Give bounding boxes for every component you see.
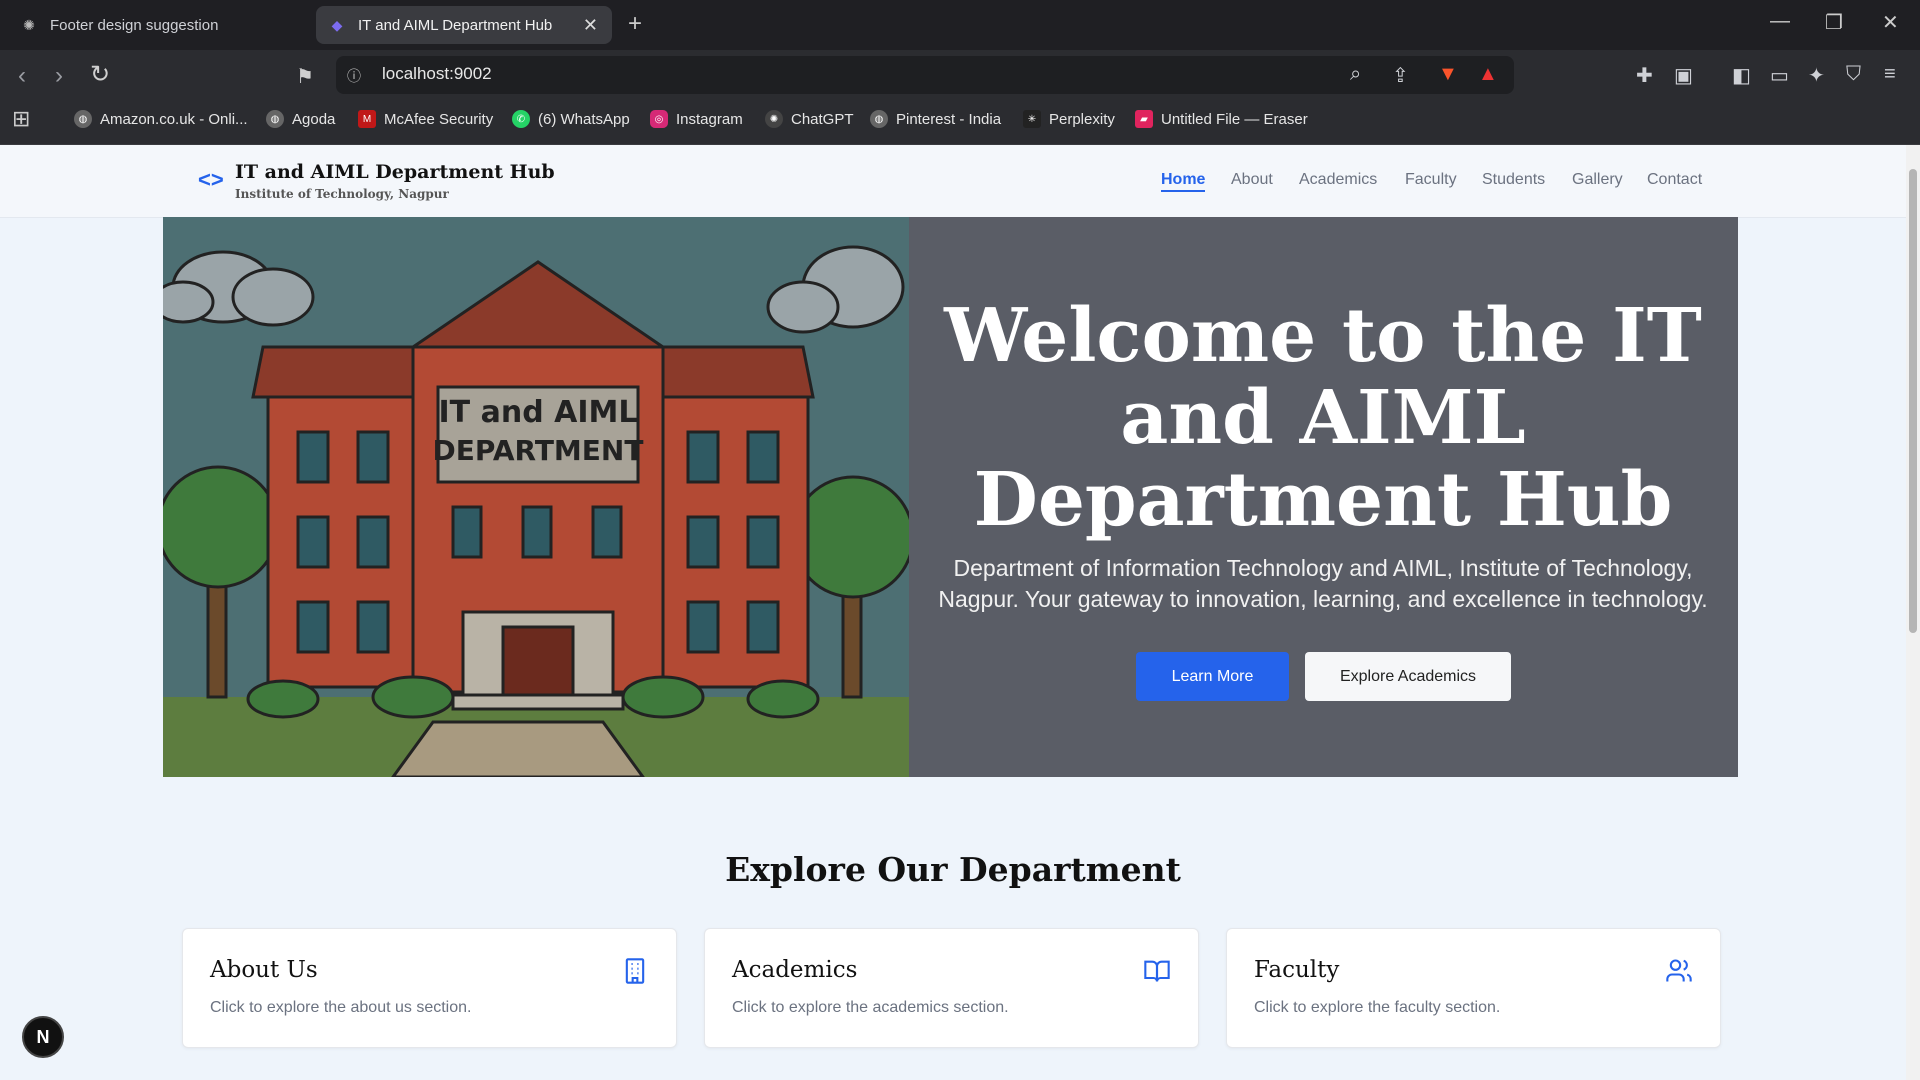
bookmark-chatgpt[interactable]: ✺ ChatGPT <box>765 110 854 128</box>
building-icon <box>625 958 645 984</box>
svg-text:DEPARTMENT: DEPARTMENT <box>433 434 644 467</box>
code-icon[interactable]: <> <box>198 167 224 193</box>
globe-icon: ◍ <box>870 110 888 128</box>
tab-footer-design[interactable]: ✺ Footer design suggestion <box>12 6 308 44</box>
nav-about[interactable]: About <box>1231 171 1273 189</box>
minimize-icon[interactable]: — <box>1770 10 1790 33</box>
card-description: Click to explore the faculty section. <box>1254 999 1501 1016</box>
leo-ai-icon[interactable]: ✦ <box>1808 63 1825 88</box>
reader-icon[interactable]: ▣ <box>1674 63 1693 88</box>
new-tab-button[interactable]: + <box>628 10 642 38</box>
hero-section: IT and AIML DEPARTMENT Welcome to the IT… <box>163 217 1738 777</box>
eraser-icon: ▰ <box>1135 110 1153 128</box>
page-scrollbar[interactable] <box>1906 145 1920 1080</box>
back-icon[interactable]: ‹ <box>18 62 26 90</box>
extensions-icon[interactable]: ✚ <box>1636 63 1653 88</box>
whatsapp-icon: ✆ <box>512 110 530 128</box>
card-description: Click to explore the about us section. <box>210 999 472 1016</box>
hero-title: Welcome to the IT and AIML Department Hu… <box>944 293 1702 543</box>
sidebar-icon[interactable]: ◧ <box>1732 63 1751 88</box>
scrollbar-thumb[interactable] <box>1909 169 1917 633</box>
menu-icon[interactable]: ≡ <box>1884 63 1896 86</box>
close-window-icon[interactable]: ✕ <box>1882 10 1899 35</box>
card-description: Click to explore the academics section. <box>732 999 1009 1016</box>
site-title[interactable]: IT and AIML Department Hub <box>235 161 555 183</box>
svg-text:IT and AIML: IT and AIML <box>439 395 638 430</box>
reload-icon[interactable]: ↻ <box>90 60 110 89</box>
nav-contact[interactable]: Contact <box>1647 171 1702 189</box>
mcafee-icon: M <box>358 110 376 128</box>
bookmark-mcafee[interactable]: M McAfee Security <box>358 110 493 128</box>
bookmark-icon[interactable]: ⚑ <box>296 64 314 89</box>
apps-grid-icon[interactable]: ⊞ <box>12 106 30 132</box>
card-title: Academics <box>732 957 858 983</box>
bookmark-instagram[interactable]: ◎ Instagram <box>650 110 743 128</box>
site-info-icon[interactable]: ⓘ <box>347 66 361 86</box>
globe-icon: ◍ <box>266 110 284 128</box>
card-academics[interactable]: Academics Click to explore the academics… <box>704 928 1199 1048</box>
restore-icon[interactable]: ❐ <box>1825 10 1843 35</box>
users-icon <box>1666 959 1692 982</box>
bookmark-perplexity[interactable]: ✳ Perplexity <box>1023 110 1115 128</box>
tab-strip: ✺ Footer design suggestion ◆ IT and AIML… <box>0 0 1920 50</box>
bookmark-eraser[interactable]: ▰ Untitled File — Eraser <box>1135 110 1308 128</box>
close-tab-icon[interactable]: ✕ <box>583 15 598 36</box>
bookmark-amazon[interactable]: ◍ Amazon.co.uk - Onli... <box>74 110 248 128</box>
explore-section-title: Explore Our Department <box>725 850 1181 889</box>
nextjs-badge[interactable]: N <box>22 1016 64 1058</box>
learn-more-button[interactable]: Learn More <box>1136 652 1289 701</box>
explore-academics-button[interactable]: Explore Academics <box>1305 652 1511 701</box>
nav-academics[interactable]: Academics <box>1299 171 1377 189</box>
tab-department-hub[interactable]: ◆ IT and AIML Department Hub ✕ <box>316 6 612 44</box>
card-about-us[interactable]: About Us Click to explore the about us s… <box>182 928 677 1048</box>
chatgpt-icon: ✺ <box>23 16 35 33</box>
globe-icon: ◍ <box>74 110 92 128</box>
bookmark-agoda[interactable]: ◍ Agoda <box>266 110 335 128</box>
brave-shield-icon[interactable]: ▼ <box>1438 63 1458 86</box>
bookmark-pinterest[interactable]: ◍ Pinterest - India <box>870 110 1001 128</box>
nav-students[interactable]: Students <box>1482 171 1545 189</box>
brave-rewards-icon[interactable]: ▲ <box>1478 63 1498 86</box>
nav-gallery[interactable]: Gallery <box>1572 171 1623 189</box>
site-favicon-icon: ◆ <box>331 16 343 33</box>
site-header: <> IT and AIML Department Hub Institute … <box>0 145 1906 218</box>
card-title: About Us <box>210 957 318 983</box>
url-text[interactable]: localhost:9002 <box>382 64 492 84</box>
vpn-icon[interactable]: ⛉ <box>1846 63 1861 86</box>
hero-illustration: IT and AIML DEPARTMENT <box>163 217 909 777</box>
wallet-icon[interactable]: ▭ <box>1770 63 1789 88</box>
hero-description: Department of Information Technology and… <box>938 555 1708 612</box>
bookmark-whatsapp[interactable]: ✆ (6) WhatsApp <box>512 110 630 128</box>
nav-faculty[interactable]: Faculty <box>1405 171 1457 189</box>
site-subtitle: Institute of Technology, Nagpur <box>235 187 449 201</box>
nav-home[interactable]: Home <box>1161 171 1206 192</box>
book-open-icon <box>1144 960 1170 982</box>
share-icon[interactable]: ⇪ <box>1392 63 1409 88</box>
address-bar[interactable] <box>336 56 1514 94</box>
page-viewport: <> IT and AIML Department Hub Institute … <box>0 145 1906 1080</box>
forward-icon[interactable]: › <box>55 62 63 90</box>
card-faculty[interactable]: Faculty Click to explore the faculty sec… <box>1226 928 1721 1048</box>
chatgpt-icon: ✺ <box>765 110 783 128</box>
tab-title: IT and AIML Department Hub <box>358 16 553 34</box>
zoom-icon[interactable]: ⌕ <box>1350 63 1361 86</box>
instagram-icon: ◎ <box>650 110 668 128</box>
card-title: Faculty <box>1254 957 1340 983</box>
tab-title: Footer design suggestion <box>50 16 219 34</box>
perplexity-icon: ✳ <box>1023 110 1041 128</box>
